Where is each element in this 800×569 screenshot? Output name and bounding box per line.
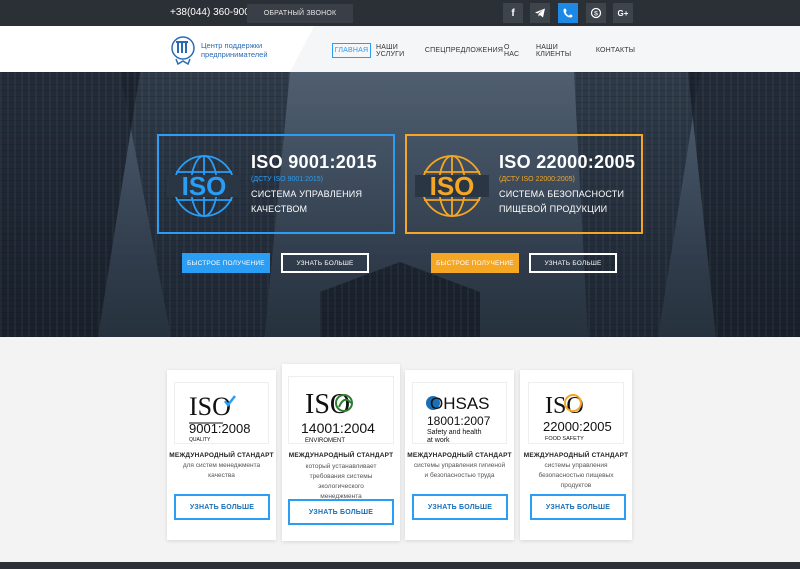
svg-text:at work: at work xyxy=(427,437,450,444)
standard-card-iso-14001: ISO 14001:2004 ENVIROMENT МЕЖДУНАРОДНЫЙ … xyxy=(282,364,400,541)
nav-home[interactable]: ГЛАВНАЯ xyxy=(332,43,371,58)
iso-9001-subtitle: (ДСТУ ISO 9001:2015) xyxy=(251,176,323,183)
iso-22000-box[interactable]: ISO ISO 22000:2005 (ДСТУ ISO 22000:2005)… xyxy=(405,134,643,234)
svg-text:ISO: ISO xyxy=(430,171,475,201)
svg-text:S: S xyxy=(594,11,598,17)
nav-about[interactable]: О НАС xyxy=(504,43,526,58)
nav-special-offers[interactable]: СПЕЦПРЕДЛОЖЕНИЯ xyxy=(425,43,503,58)
svg-text:QUALITY: QUALITY xyxy=(189,437,211,443)
facebook-icon[interactable]: f xyxy=(503,3,523,23)
iso-9001-title: ISO 9001:2015 xyxy=(251,152,377,172)
svg-text:Safety and health: Safety and health xyxy=(427,429,482,436)
iso-9001-description: СИСТЕМА УПРАВЛЕНИЯ КАЧЕСТВОМ xyxy=(251,189,363,214)
phone-number[interactable]: +38(044) 360-9001 xyxy=(170,7,255,18)
telegram-glyph xyxy=(535,8,545,18)
iso-9001-more-button[interactable]: УЗНАТЬ БОЛЬШЕ xyxy=(281,253,369,273)
card-title: МЕЖДУНАРОДНЫЙ СТАНДАРТ xyxy=(523,452,629,459)
iso-22000-description: СИСТЕМА БЕЗОПАСНОСТИ ПИЩЕВОЙ ПРОДУКЦИИ xyxy=(499,189,625,214)
iso-9001-text: ISO 9001:2015 (ДСТУ ISO 9001:2015) СИСТЕ… xyxy=(251,152,377,217)
iso-22000-quick-button[interactable]: БЫСТРОЕ ПОЛУЧЕНИЕ xyxy=(431,253,519,273)
svg-text:22000:2005: 22000:2005 xyxy=(543,419,612,434)
iso-globe-icon: ISO xyxy=(167,155,241,217)
skype-glyph: S xyxy=(590,7,602,19)
nav-contacts[interactable]: КОНТАКТЫ xyxy=(596,43,635,58)
svg-text:ENVIROMENT: ENVIROMENT xyxy=(305,438,345,444)
iso-9001-quick-button[interactable]: БЫСТРОЕ ПОЛУЧЕНИЕ xyxy=(182,253,270,273)
iso-22000-more-button[interactable]: УЗНАТЬ БОЛЬШЕ xyxy=(529,253,617,273)
iso-22000-text: ISO 22000:2005 (ДСТУ ISO 22000:2005) СИС… xyxy=(499,152,635,217)
viber-icon[interactable] xyxy=(558,3,578,23)
logo-text: Центр поддержки предпринимателей xyxy=(201,41,268,59)
card-title: МЕЖДУНАРОДНЫЙ СТАНДАРТ xyxy=(169,452,274,459)
iso-22000-title: ISO 22000:2005 xyxy=(499,152,636,172)
google-plus-icon[interactable]: G+ xyxy=(613,3,633,23)
svg-text:ISO: ISO xyxy=(305,389,350,420)
logo-emblem-icon xyxy=(171,36,195,65)
ohsas-18001-logo: OHSAS 18001:2007 Safety and health at wo… xyxy=(412,382,507,444)
card-more-button[interactable]: УЗНАТЬ БОЛЬШЕ xyxy=(530,494,626,520)
svg-text:OHSAS: OHSAS xyxy=(430,394,490,413)
standard-card-ohsas-18001: OHSAS 18001:2007 Safety and health at wo… xyxy=(405,370,514,540)
card-more-button[interactable]: УЗНАТЬ БОЛЬШЕ xyxy=(288,499,394,525)
card-more-button[interactable]: УЗНАТЬ БОЛЬШЕ xyxy=(174,494,270,520)
callback-button[interactable]: ОБРАТНЫЙ ЗВОНОК xyxy=(247,4,353,23)
telegram-icon[interactable] xyxy=(530,3,550,23)
iso-22000-subtitle: (ДСТУ ISO 22000:2005) xyxy=(499,176,575,183)
card-description: который устанавливает требования системы… xyxy=(305,463,377,500)
card-more-button[interactable]: УЗНАТЬ БОЛЬШЕ xyxy=(412,494,508,520)
iso-22000-logo: ISO 22000:2005 FOOD SAFETY xyxy=(528,382,624,444)
logo[interactable]: Центр поддержки предпринимателей xyxy=(168,33,288,67)
topbar xyxy=(0,0,800,26)
iso-22000-logo-image: ISO 22000:2005 FOOD SAFETY xyxy=(543,393,612,442)
iso-14001-logo: ISO 14001:2004 ENVIROMENT xyxy=(288,376,394,444)
skype-icon[interactable]: S xyxy=(586,3,606,23)
svg-text:14001:2004: 14001:2004 xyxy=(301,420,375,436)
card-description: системы управления гигиеной и безопаснос… xyxy=(413,462,506,479)
iso-9001-box[interactable]: ISO ISO 9001:2015 (ДСТУ ISO 9001:2015) С… xyxy=(157,134,395,234)
standard-card-iso-22000: ISO 22000:2005 FOOD SAFETY МЕЖДУНАРОДНЫЙ… xyxy=(520,370,632,540)
card-description: для систем менеджмента качества xyxy=(182,462,261,479)
iso-9001-logo-image: ISO 9001:2008 QUALITY xyxy=(189,392,250,443)
viber-glyph xyxy=(563,8,573,18)
svg-text:ISO: ISO xyxy=(189,392,231,421)
svg-text:FOOD SAFETY: FOOD SAFETY xyxy=(545,436,584,442)
svg-text:18001:2007: 18001:2007 xyxy=(427,414,491,428)
card-title: МЕЖДУНАРОДНЫЙ СТАНДАРТ xyxy=(288,452,394,459)
card-description: системы управления безопасностью пищевых… xyxy=(538,462,614,489)
card-title: МЕЖДУНАРОДНЫЙ СТАНДАРТ xyxy=(407,452,512,459)
hero-banner xyxy=(0,72,800,337)
standard-card-iso-9001: ISO 9001:2008 QUALITY МЕЖДУНАРОДНЫЙ СТАН… xyxy=(167,370,276,540)
iso-globe-icon: ISO xyxy=(415,155,489,217)
ohsas-18001-logo-image: OHSAS 18001:2007 Safety and health at wo… xyxy=(426,394,491,444)
iso-9001-logo: ISO 9001:2008 QUALITY xyxy=(174,382,269,444)
footer-strip xyxy=(0,562,800,569)
nav-clients[interactable]: НАШИ КЛИЕНТЫ xyxy=(536,43,588,58)
svg-text:ISO: ISO xyxy=(182,171,227,201)
nav-services[interactable]: НАШИ УСЛУГИ xyxy=(376,43,422,58)
iso-14001-logo-image: ISO 14001:2004 ENVIROMENT xyxy=(301,389,375,444)
